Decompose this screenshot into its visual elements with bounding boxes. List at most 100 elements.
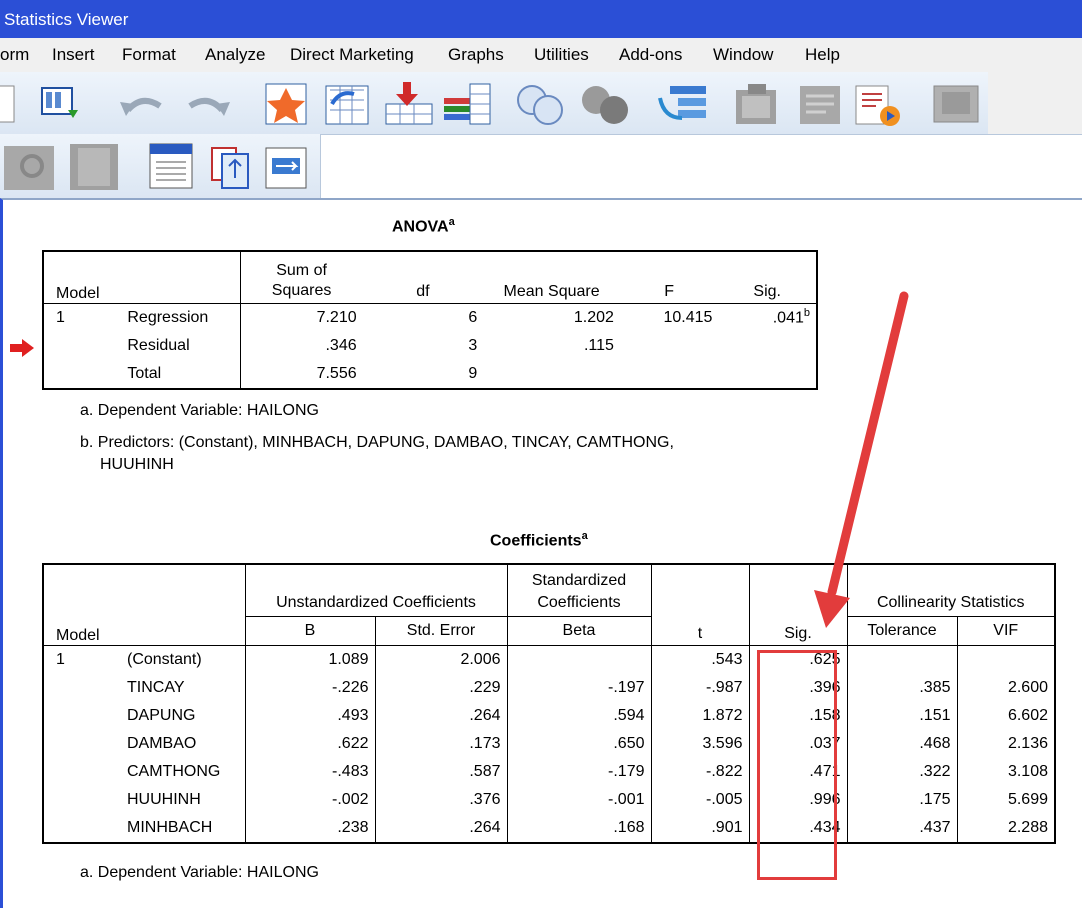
menu-insert[interactable]: Insert <box>52 45 95 65</box>
coefficients-table: Model Unstandardized Coefficients Standa… <box>42 563 1056 844</box>
coef-cell-t: 1.872 <box>650 701 749 730</box>
table-row: 1 (Constant) 1.089 2.006.543.625 <box>43 645 1055 674</box>
copy-icon[interactable] <box>211 147 249 189</box>
coef-cell-beta: -.197 <box>506 673 651 702</box>
coef-cell-se: 2.006 <box>374 645 507 674</box>
coefficients-footnote-a: a. Dependent Variable: HAILONG <box>80 864 319 881</box>
coef-cell-beta: -.001 <box>506 785 651 814</box>
coef-header-std-error: Std. Error <box>374 616 507 645</box>
toolbar-icons-row2 <box>4 143 307 190</box>
coef-cell-se: .264 <box>374 701 507 730</box>
coef-cell-vif <box>956 645 1055 674</box>
anova-footnote-b-line2: HUUHINH <box>100 456 174 473</box>
coef-cell-name: MINHBACH <box>127 818 213 836</box>
coef-cell-tol: .437 <box>846 813 957 843</box>
menu-window[interactable]: Window <box>713 45 773 65</box>
book-icon[interactable] <box>70 144 118 190</box>
coefficients-title: Coefficientsa <box>490 530 588 550</box>
coef-cell-b: -.226 <box>244 673 375 702</box>
coef-cell-vif: 6.602 <box>956 701 1055 730</box>
coef-cell-name: (Constant) <box>127 650 202 668</box>
redo-icon[interactable] <box>188 97 230 116</box>
document-icon[interactable] <box>0 85 15 123</box>
paste-icon[interactable] <box>265 147 307 189</box>
table-row: CAMTHONG -.483.587 -.179 -.822.471.322 3.108 <box>43 757 1055 786</box>
undo-icon[interactable] <box>120 97 162 116</box>
split-file-icon[interactable] <box>658 86 706 120</box>
coef-cell-name: TINCAY <box>127 678 185 696</box>
coef-cell-b: .493 <box>244 701 375 730</box>
variables-icon[interactable] <box>444 83 491 125</box>
menu-analyze[interactable]: Analyze <box>205 45 265 65</box>
insert-case-icon[interactable] <box>385 82 433 125</box>
coef-cell-beta: .650 <box>506 729 651 758</box>
coef-cell-se: .587 <box>374 757 507 786</box>
coef-cell-model <box>43 786 113 814</box>
table-row: HUUHINH -.002.376 -.001 -.005.996.175 5.699 <box>43 785 1055 814</box>
coef-cell-se: .229 <box>374 673 507 702</box>
coef-cell-b: .622 <box>244 729 375 758</box>
coef-header-tolerance: Tolerance <box>846 616 957 645</box>
coef-cell-b: -.002 <box>244 785 375 814</box>
coef-cell-b: 1.089 <box>244 645 375 674</box>
coef-cell-t: -.005 <box>650 785 749 814</box>
coef-header-vif: VIF <box>956 616 1055 645</box>
menu-utilities[interactable]: Utilities <box>534 45 589 65</box>
coef-cell-tol <box>846 645 957 674</box>
coef-cell-name: DAMBAO <box>127 734 197 752</box>
menu-graphs[interactable]: Graphs <box>448 45 504 65</box>
anova-header-sum-of-squares: Sum of Squares <box>239 251 363 303</box>
coef-cell-tol: .151 <box>846 701 957 730</box>
coef-cell-beta: .594 <box>506 701 651 730</box>
output-icon[interactable] <box>149 143 193 189</box>
designate-window-icon[interactable] <box>736 84 776 124</box>
goto-case-icon[interactable] <box>325 85 369 125</box>
script-icon[interactable] <box>800 86 840 124</box>
coef-cell-se: .173 <box>374 729 507 758</box>
menu-add-ons[interactable]: Add-ons <box>619 45 682 65</box>
table-row: DAMBAO .622.173.650 3.596.037.468 2.136 <box>43 729 1055 758</box>
zoom-icon[interactable] <box>4 146 54 190</box>
menu-help[interactable]: Help <box>805 45 840 65</box>
table-row: Total 7.556 9 <box>43 359 817 389</box>
star-icon[interactable] <box>265 83 307 125</box>
circles-icon[interactable] <box>582 86 628 124</box>
menu-bar: orm Insert Format Analyze Direct Marketi… <box>0 38 1082 72</box>
anova-footnote-b-line1: b. Predictors: (Constant), MINHBACH, DAP… <box>80 434 674 451</box>
table-row: DAPUNG .493.264.594 1.872.158.151 6.602 <box>43 701 1055 730</box>
coef-cell-model <box>43 814 113 843</box>
coef-cell-tol: .385 <box>846 673 957 702</box>
table-row: TINCAY -.226.229 -.197 -.987.396.385 2.600 <box>43 673 1055 702</box>
coef-cell-name: DAPUNG <box>127 706 196 724</box>
coef-cell-model: 1 <box>56 650 65 668</box>
window-title: Statistics Viewer <box>4 10 129 29</box>
anova-header-f: F <box>664 282 675 300</box>
venn-icon[interactable] <box>517 85 563 125</box>
anova-header-sig: Sig. <box>753 282 781 300</box>
menu-format[interactable]: Format <box>122 45 176 65</box>
anova-header-model: Model <box>56 284 100 302</box>
coef-cell-beta: -.179 <box>506 757 651 786</box>
coef-cell-t: .543 <box>650 645 749 674</box>
coef-header-unstandardized: Unstandardized Coefficients <box>244 564 507 617</box>
coef-header-collinearity: Collinearity Statistics <box>846 564 1055 617</box>
table-row: 1 Regression 7.210 6 1.202 10.415 .041b <box>43 303 817 332</box>
table-row: Residual .346 3 .115 <box>43 331 817 360</box>
coef-header-sig: Sig. <box>748 564 847 646</box>
coefficients-body: 1 (Constant) 1.089 2.006.543.625 TINCAY -.226… <box>43 645 1055 843</box>
export-icon[interactable] <box>41 87 78 118</box>
menu-direct-marketing[interactable]: Direct Marketing <box>290 45 414 65</box>
coef-cell-t: -.987 <box>650 673 749 702</box>
coef-cell-name: CAMTHONG <box>127 762 221 780</box>
current-row-marker-icon <box>10 339 34 357</box>
media-icon[interactable] <box>855 85 900 126</box>
anova-header-df: df <box>416 282 430 300</box>
hide-icon[interactable] <box>933 85 979 123</box>
coef-cell-model <box>43 758 113 786</box>
coef-cell-model <box>43 702 113 730</box>
coef-cell-vif: 3.108 <box>956 757 1055 786</box>
menu-transform[interactable]: orm <box>0 45 29 65</box>
coef-cell-b: -.483 <box>244 757 375 786</box>
sig-highlight-box <box>757 650 837 880</box>
coef-cell-vif: 5.699 <box>956 785 1055 814</box>
